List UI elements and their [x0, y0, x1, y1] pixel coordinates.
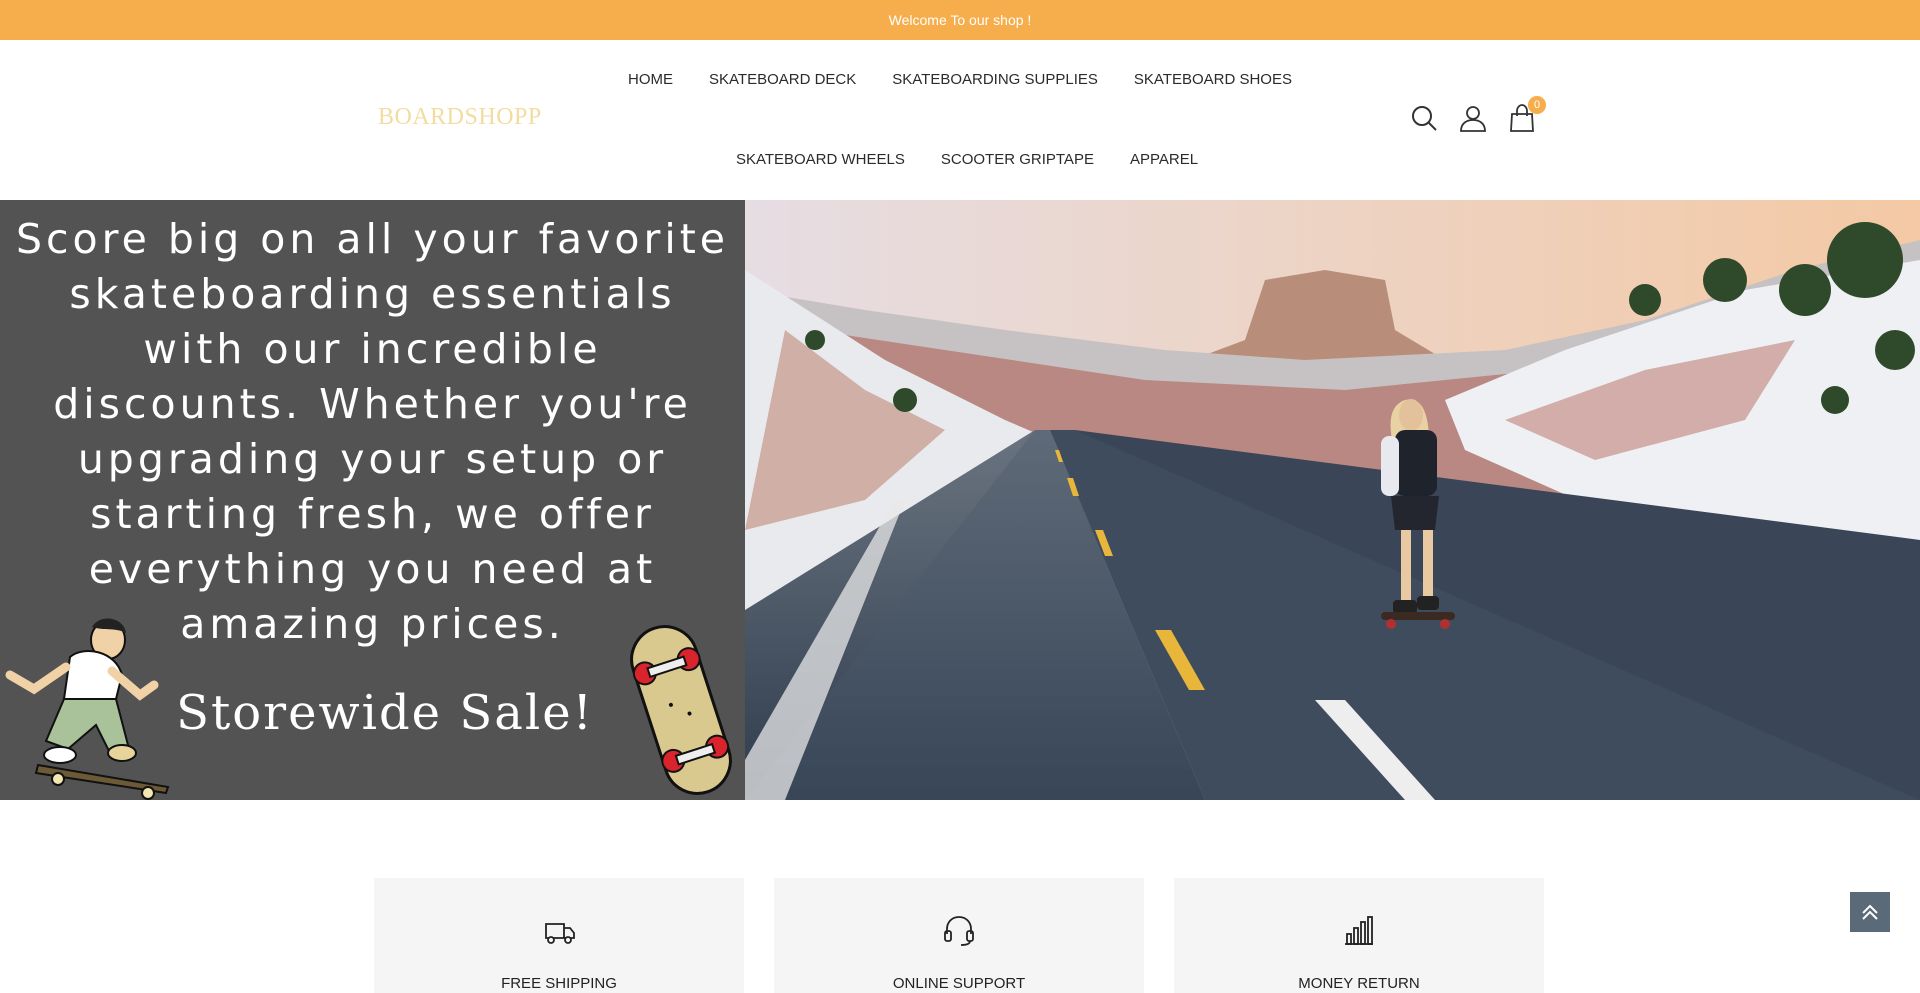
- hero-photo: [745, 200, 1920, 800]
- headset-icon: [944, 916, 974, 946]
- truck-icon: [545, 923, 575, 944]
- nav-skateboard-wheels[interactable]: SKATEBOARD WHEELS: [736, 151, 905, 168]
- announcement-bar: Welcome To our shop !: [0, 0, 1920, 40]
- feature-money-return: MONEY RETURN: [1174, 878, 1544, 993]
- skateboarder-illustration: [5, 618, 170, 800]
- cart-icon[interactable]: 0: [1508, 96, 1546, 132]
- feature-free-shipping: FREE SHIPPING: [374, 878, 744, 993]
- main-nav-row-2: SKATEBOARD WHEELS SCOOTER GRIPTAPE APPAR…: [0, 151, 1920, 168]
- feature-title: FREE SHIPPING: [501, 975, 617, 992]
- site-header: BOARDSHOPP HOME SKATEBOARD DECK SKATEBOA…: [0, 40, 1920, 200]
- feature-boxes: FREE SHIPPING ONLINE SUPPORT MONEY RETUR…: [374, 878, 1544, 993]
- main-nav-row-1: HOME SKATEBOARD DECK SKATEBOARDING SUPPL…: [0, 71, 1920, 88]
- search-icon[interactable]: [1410, 104, 1438, 132]
- skateboard-deck-illustration: [630, 625, 732, 795]
- double-chevron-up-icon: [1862, 904, 1878, 920]
- nav-scooter-griptape[interactable]: SCOOTER GRIPTAPE: [941, 151, 1094, 168]
- feature-online-support: ONLINE SUPPORT: [774, 878, 1144, 993]
- road-photo-illustration: [745, 200, 1920, 800]
- feature-title: MONEY RETURN: [1298, 975, 1420, 992]
- user-icon[interactable]: [1459, 104, 1487, 132]
- announcement-text: Welcome To our shop !: [888, 12, 1032, 28]
- feature-title: ONLINE SUPPORT: [892, 975, 1026, 992]
- hero-banner[interactable]: Score big on all your favorite skateboar…: [0, 200, 1920, 800]
- nav-skateboard-deck[interactable]: SKATEBOARD DECK: [709, 71, 856, 88]
- nav-home[interactable]: HOME: [628, 71, 673, 88]
- cart-count-badge: 0: [1528, 96, 1546, 114]
- scroll-to-top-button[interactable]: [1850, 892, 1890, 932]
- hero-promo-panel: Score big on all your favorite skateboar…: [0, 200, 745, 800]
- bar-chart-icon: [1345, 916, 1373, 945]
- nav-skateboarding-supplies[interactable]: SKATEBOARDING SUPPLIES: [892, 71, 1098, 88]
- hero-promo-text: Score big on all your favorite skateboar…: [15, 215, 730, 648]
- nav-apparel[interactable]: APPAREL: [1130, 151, 1198, 168]
- nav-skateboard-shoes[interactable]: SKATEBOARD SHOES: [1134, 71, 1292, 88]
- hero-sale-text: Storewide Sale!: [176, 685, 594, 741]
- site-logo[interactable]: BOARDSHOPP: [378, 104, 542, 131]
- header-icons: 0: [1410, 96, 1546, 132]
